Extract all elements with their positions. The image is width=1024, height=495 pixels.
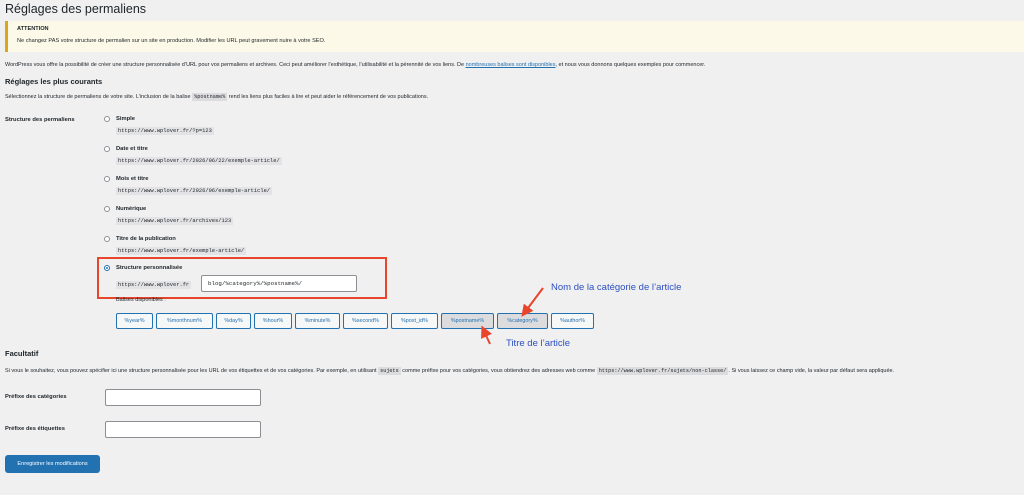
common-desc-text: Sélectionnez la structure de permaliens … bbox=[5, 94, 193, 100]
option-example-simple: https://www.wplover.fr/?p=123 bbox=[116, 127, 214, 135]
option-label-numeric: Numérique bbox=[116, 206, 147, 212]
tag-day-button[interactable]: %day% bbox=[216, 313, 251, 329]
tag-post-id-button[interactable]: %post_id% bbox=[391, 313, 438, 329]
page-title: Réglages des permaliens bbox=[5, 2, 147, 16]
category-prefix-label: Préfixe des catégories bbox=[5, 394, 67, 400]
option-label-date-title: Date et titre bbox=[116, 146, 148, 152]
optional-desc-mid: comme préfixe pour vos catégories, vous … bbox=[400, 368, 597, 374]
tag-second-button[interactable]: %second% bbox=[343, 313, 388, 329]
option-example-numeric: https://www.wplover.fr/archives/123 bbox=[116, 217, 234, 225]
notice-title: ATTENTION bbox=[17, 26, 49, 32]
tag-prefix-label: Préfixe des étiquettes bbox=[5, 426, 65, 432]
example-url-code: https://www.wplover.fr/sujets/non-classe… bbox=[596, 367, 729, 375]
custom-structure-highlight bbox=[97, 257, 387, 299]
option-example-month-title: https://www.wplover.fr/2026/06/exemple-a… bbox=[116, 187, 273, 195]
optional-desc-end: . Si vous laissez ce champ vide, la vale… bbox=[728, 368, 895, 374]
common-desc-text-end: rend les liens plus faciles à lire et pe… bbox=[227, 94, 429, 100]
optional-desc-text: Si vous le souhaitez, vous pouvez spécif… bbox=[5, 368, 379, 374]
option-label-month-title: Mois et titre bbox=[116, 176, 149, 182]
optional-description: Si vous le souhaitez, vous pouvez spécif… bbox=[5, 367, 895, 375]
tags-doc-link[interactable]: nombreuses balises sont disponibles bbox=[466, 62, 556, 68]
option-label-post-name: Titre de la publication bbox=[116, 236, 176, 242]
category-arrow bbox=[521, 287, 544, 317]
intro-paragraph: WordPress vous offre la possibilité de c… bbox=[5, 62, 705, 68]
tag-prefix-input[interactable] bbox=[105, 421, 261, 438]
radio-numeric[interactable] bbox=[104, 206, 110, 212]
optional-heading: Facultatif bbox=[5, 349, 39, 358]
annotation-title: Titre de l’article bbox=[506, 338, 571, 349]
common-settings-description: Sélectionnez la structure de permaliens … bbox=[5, 93, 429, 101]
radio-simple[interactable] bbox=[104, 116, 110, 122]
option-example-post-name: https://www.wplover.fr/exemple-article/ bbox=[116, 247, 247, 255]
annotation-category: Nom de la catégorie de l’article bbox=[551, 282, 682, 293]
sujets-code: sujets bbox=[378, 367, 401, 375]
radio-month-title[interactable] bbox=[104, 176, 110, 182]
available-tags-label: Balises disponibles : bbox=[116, 297, 166, 303]
intro-text: WordPress vous offre la possibilité de c… bbox=[5, 62, 466, 68]
postname-code: %postname% bbox=[192, 93, 228, 101]
radio-post-name[interactable] bbox=[104, 236, 110, 242]
permalink-structure-label: Structure des permaliens bbox=[5, 117, 75, 123]
radio-date-title[interactable] bbox=[104, 146, 110, 152]
notice-text: Ne changez PAS votre structure de permal… bbox=[17, 38, 326, 44]
tag-monthnum-button[interactable]: %monthnum% bbox=[156, 313, 213, 329]
common-settings-heading: Réglages les plus courants bbox=[5, 77, 103, 86]
option-label-simple: Simple bbox=[116, 116, 136, 122]
save-changes-button[interactable]: Enregistrer les modifications bbox=[5, 455, 100, 473]
tag-year-button[interactable]: %year% bbox=[116, 313, 153, 329]
category-prefix-input[interactable] bbox=[105, 389, 261, 406]
tag-minute-button[interactable]: %minute% bbox=[295, 313, 340, 329]
tag-hour-button[interactable]: %hour% bbox=[254, 313, 292, 329]
warning-notice: ATTENTION Ne changez PAS votre structure… bbox=[5, 21, 1024, 52]
intro-text-end: , et nous vous donnons quelques exemples… bbox=[555, 62, 706, 68]
title-arrow bbox=[481, 325, 492, 345]
option-example-date-title: https://www.wplover.fr/2026/06/22/exempl… bbox=[116, 157, 282, 165]
